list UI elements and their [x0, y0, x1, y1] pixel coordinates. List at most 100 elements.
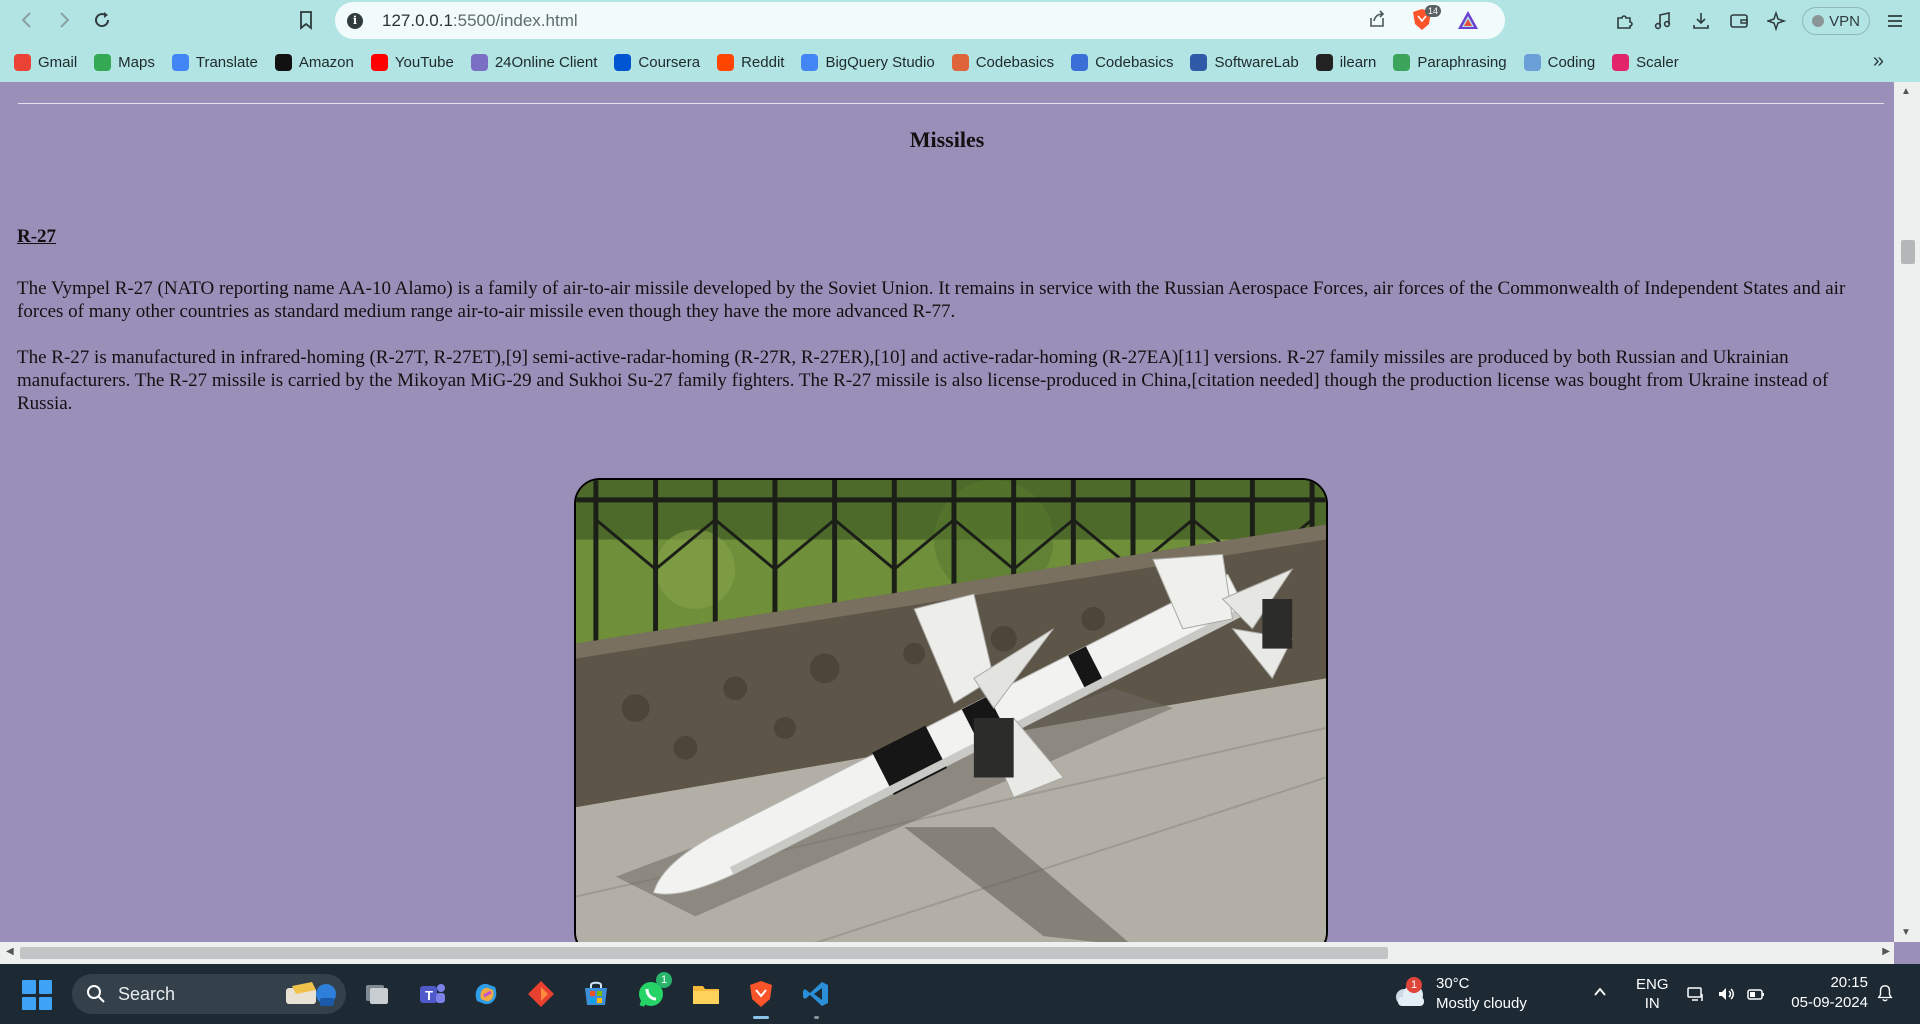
- extensions-button[interactable]: [1606, 4, 1644, 38]
- softwarelab-icon: [1190, 53, 1208, 71]
- taskbar-search-box[interactable]: Search: [72, 974, 346, 1014]
- file-explorer-app[interactable]: [687, 975, 725, 1013]
- wallet-button[interactable]: [1720, 4, 1758, 38]
- hamburger-menu-icon: [1888, 15, 1902, 27]
- horizontal-scroll-thumb[interactable]: [20, 947, 1388, 959]
- region-code: IN: [1644, 995, 1660, 1012]
- bookmark-item[interactable]: Coding: [1523, 53, 1596, 71]
- bookmark-item[interactable]: Paraphrasing: [1393, 53, 1507, 71]
- bookmark-label: Codebasics: [1095, 53, 1174, 71]
- start-logo-tile: [22, 996, 36, 1010]
- main-menu-button[interactable]: [1876, 4, 1914, 38]
- weather-alert-badge: 1: [1406, 977, 1422, 993]
- bookmark-label: BigQuery Studio: [825, 53, 935, 71]
- back-button[interactable]: [11, 4, 43, 36]
- bookmark-item[interactable]: Translate: [171, 53, 258, 71]
- bookmark-label: Reddit: [741, 53, 785, 71]
- horizontal-scrollbar[interactable]: ◀ ▶: [0, 942, 1894, 964]
- bookmark-item[interactable]: Scaler: [1612, 53, 1679, 71]
- bookmark-item[interactable]: Codebasics: [951, 53, 1054, 71]
- bookmark-item[interactable]: ilearn: [1315, 53, 1377, 71]
- codebasics-icon: [1071, 53, 1089, 71]
- section-heading-r27: R-27: [17, 226, 57, 247]
- scroll-down-arrow-icon[interactable]: ▼: [1901, 927, 1911, 938]
- address-bar[interactable]: i 127.0.0.1:5500/index.html 14: [335, 2, 1505, 39]
- bookmark-label: Coding: [1547, 53, 1596, 71]
- bookmark-item[interactable]: Coursera: [614, 53, 701, 71]
- teams-app[interactable]: T: [413, 975, 451, 1013]
- system-clock[interactable]: 20:15 05-09-2024: [1788, 973, 1868, 1013]
- vertical-scrollbar[interactable]: ▲ ▼: [1894, 82, 1920, 942]
- bookmark-item[interactable]: 24Online Client: [470, 53, 598, 71]
- task-view-button[interactable]: [358, 975, 396, 1013]
- vpn-button[interactable]: VPN: [1802, 7, 1870, 35]
- chevron-left-icon: [21, 12, 31, 28]
- bookmark-label: Gmail: [38, 53, 78, 71]
- brave-rewards-button[interactable]: [1457, 10, 1479, 35]
- microsoft-store-app[interactable]: [577, 975, 615, 1013]
- bookmark-label: 24Online Client: [494, 53, 598, 71]
- url-text[interactable]: 127.0.0.1:5500/index.html: [382, 11, 578, 31]
- bookmark-item[interactable]: Amazon: [274, 53, 354, 71]
- bookmark-item[interactable]: Maps: [94, 53, 155, 71]
- downloads-button[interactable]: [1682, 4, 1720, 38]
- vscode-app[interactable]: [797, 975, 835, 1019]
- scroll-right-arrow-icon[interactable]: ▶: [1882, 946, 1890, 957]
- paragraph-variants: The R-27 is manufactured in infrared-hom…: [17, 347, 1829, 414]
- system-tray: [1686, 984, 1766, 1004]
- paragraph-intro: The Vympel R-27 (NATO reporting name AA-…: [17, 278, 1846, 322]
- notifications-bell-icon[interactable]: [1876, 984, 1894, 1007]
- bookmark-item[interactable]: YouTube: [370, 53, 454, 71]
- bookmark-item[interactable]: SoftwareLab: [1190, 53, 1299, 71]
- active-app-indicator: [753, 1016, 769, 1019]
- maps-pin-icon: [94, 53, 112, 71]
- bookmark-label: ilearn: [1339, 53, 1377, 71]
- start-logo-tile: [38, 996, 52, 1010]
- scaler-icon: [1612, 53, 1630, 71]
- media-button[interactable]: [1644, 4, 1682, 38]
- vpn-label: VPN: [1829, 12, 1860, 30]
- forward-button[interactable]: [48, 4, 80, 36]
- network-icon[interactable]: [1686, 984, 1706, 1004]
- vertical-scroll-thumb[interactable]: [1901, 240, 1915, 264]
- start-logo-tile: [22, 980, 36, 994]
- bookmark-label: Coursera: [638, 53, 701, 71]
- site-info-icon[interactable]: i: [347, 12, 363, 29]
- whatsapp-app[interactable]: 1: [632, 972, 672, 1013]
- rewards-triangle-icon: [1458, 11, 1478, 29]
- share-icon[interactable]: [1367, 9, 1387, 34]
- bookmark-item[interactable]: Gmail: [14, 53, 78, 71]
- more-bookmarks-chevron-icon[interactable]: »: [1873, 50, 1884, 73]
- battery-icon[interactable]: [1746, 984, 1766, 1004]
- input-language-indicator[interactable]: ENG IN: [1636, 975, 1669, 1013]
- volume-icon[interactable]: [1716, 984, 1736, 1004]
- reload-button[interactable]: [86, 4, 118, 36]
- git-app[interactable]: [522, 975, 560, 1013]
- diamond-app-icon: [528, 981, 554, 1007]
- start-logo-tile: [38, 980, 52, 994]
- brave-shields-button[interactable]: 14: [1411, 5, 1442, 37]
- horizontal-rule: [18, 103, 1884, 104]
- temperature: 30°C: [1436, 975, 1470, 992]
- bookmark-item[interactable]: Reddit: [717, 53, 785, 71]
- windows-start-button[interactable]: [22, 980, 52, 1010]
- scroll-left-arrow-icon[interactable]: ◀: [6, 946, 14, 957]
- scroll-up-arrow-icon[interactable]: ▲: [1901, 86, 1911, 97]
- paraphrasing-icon: [1393, 53, 1411, 71]
- bookmark-item[interactable]: BigQuery Studio: [801, 53, 935, 71]
- weather-description: Mostly cloudy: [1436, 995, 1527, 1012]
- weather-widget[interactable]: 1 30°C Mostly cloudy: [1392, 974, 1527, 1014]
- show-hidden-icons-chevron-icon[interactable]: [1592, 984, 1608, 1005]
- running-app-indicator: [814, 1016, 819, 1019]
- amazon-icon: [274, 53, 292, 71]
- bookmark-item[interactable]: Codebasics: [1071, 53, 1174, 71]
- translate-icon: [171, 53, 189, 71]
- leo-ai-button[interactable]: [1758, 4, 1796, 38]
- copilot-app[interactable]: [467, 975, 505, 1013]
- bookmark-page-button[interactable]: [290, 4, 322, 36]
- brave-browser-app[interactable]: [742, 975, 780, 1019]
- page-content: Missiles R-27 The Vympel R-27 (NATO repo…: [10, 82, 1884, 942]
- url-host: 127.0.0.1: [382, 10, 453, 30]
- browser-toolbar: i 127.0.0.1:5500/index.html 14 VPN: [0, 0, 1920, 42]
- bookmark-label: YouTube: [394, 53, 454, 71]
